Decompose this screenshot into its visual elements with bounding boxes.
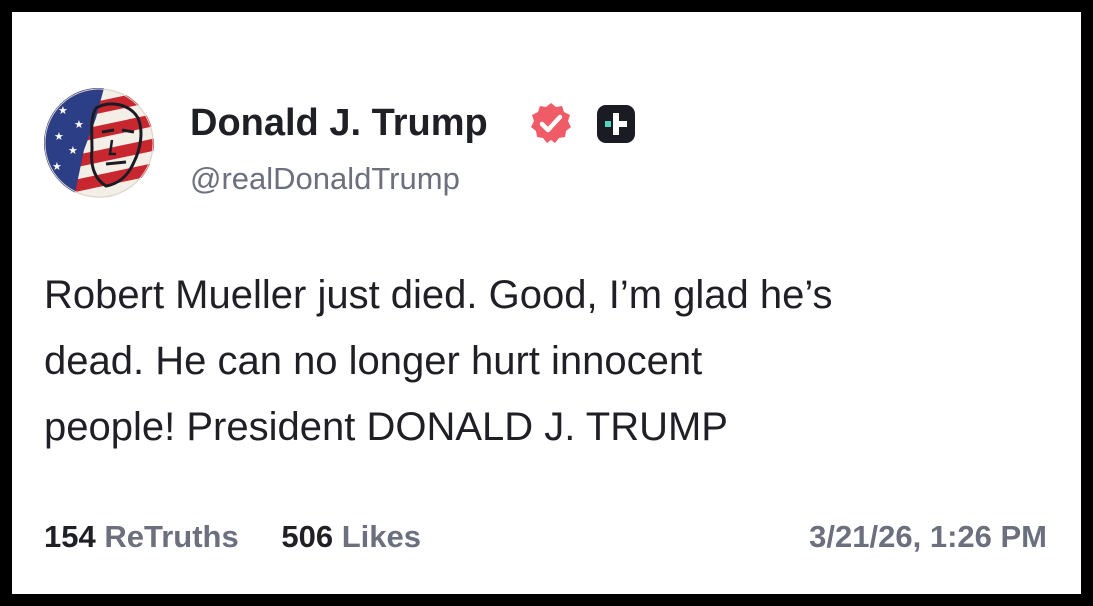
post-text-line: Robert Mueller just died. Good, I’m glad… (44, 273, 833, 317)
svg-text:★: ★ (68, 144, 78, 157)
profile-avatar[interactable]: ★ ★ ★ ★ ★ (44, 88, 154, 198)
display-name[interactable]: Donald J. Trump (190, 100, 488, 146)
likes-label: Likes (341, 519, 421, 554)
profile-handle[interactable]: @realDonaldTrump (190, 160, 460, 198)
likes-count: 506 (281, 519, 334, 554)
flag-portrait-avatar-icon: ★ ★ ★ ★ ★ (44, 88, 154, 198)
post-text-line: people! President DONALD J. TRUMP (44, 405, 728, 449)
plus-badge-icon (597, 105, 635, 143)
svg-text:★: ★ (74, 118, 84, 131)
retruths-count: 154 (44, 519, 96, 554)
post-card: ★ ★ ★ ★ ★ Donald J. Trump @realDonaldTru… (12, 12, 1081, 594)
post-stats: 154 ReTruths 506 Likes (44, 517, 455, 557)
retruths-label: ReTruths (104, 519, 239, 554)
likes-stat[interactable]: 506 Likes (281, 519, 421, 554)
post-text-line: dead. He can no longer hurt innocent (44, 339, 703, 383)
svg-text:★: ★ (52, 160, 62, 173)
svg-text:★: ★ (54, 130, 64, 143)
verified-badge-icon (528, 101, 574, 147)
retruths-stat[interactable]: 154 ReTruths (44, 519, 239, 554)
post-text: Robert Mueller just died. Good, I’m glad… (44, 262, 1054, 460)
post-timestamp[interactable]: 3/21/26, 1:26 PM (809, 517, 1047, 557)
